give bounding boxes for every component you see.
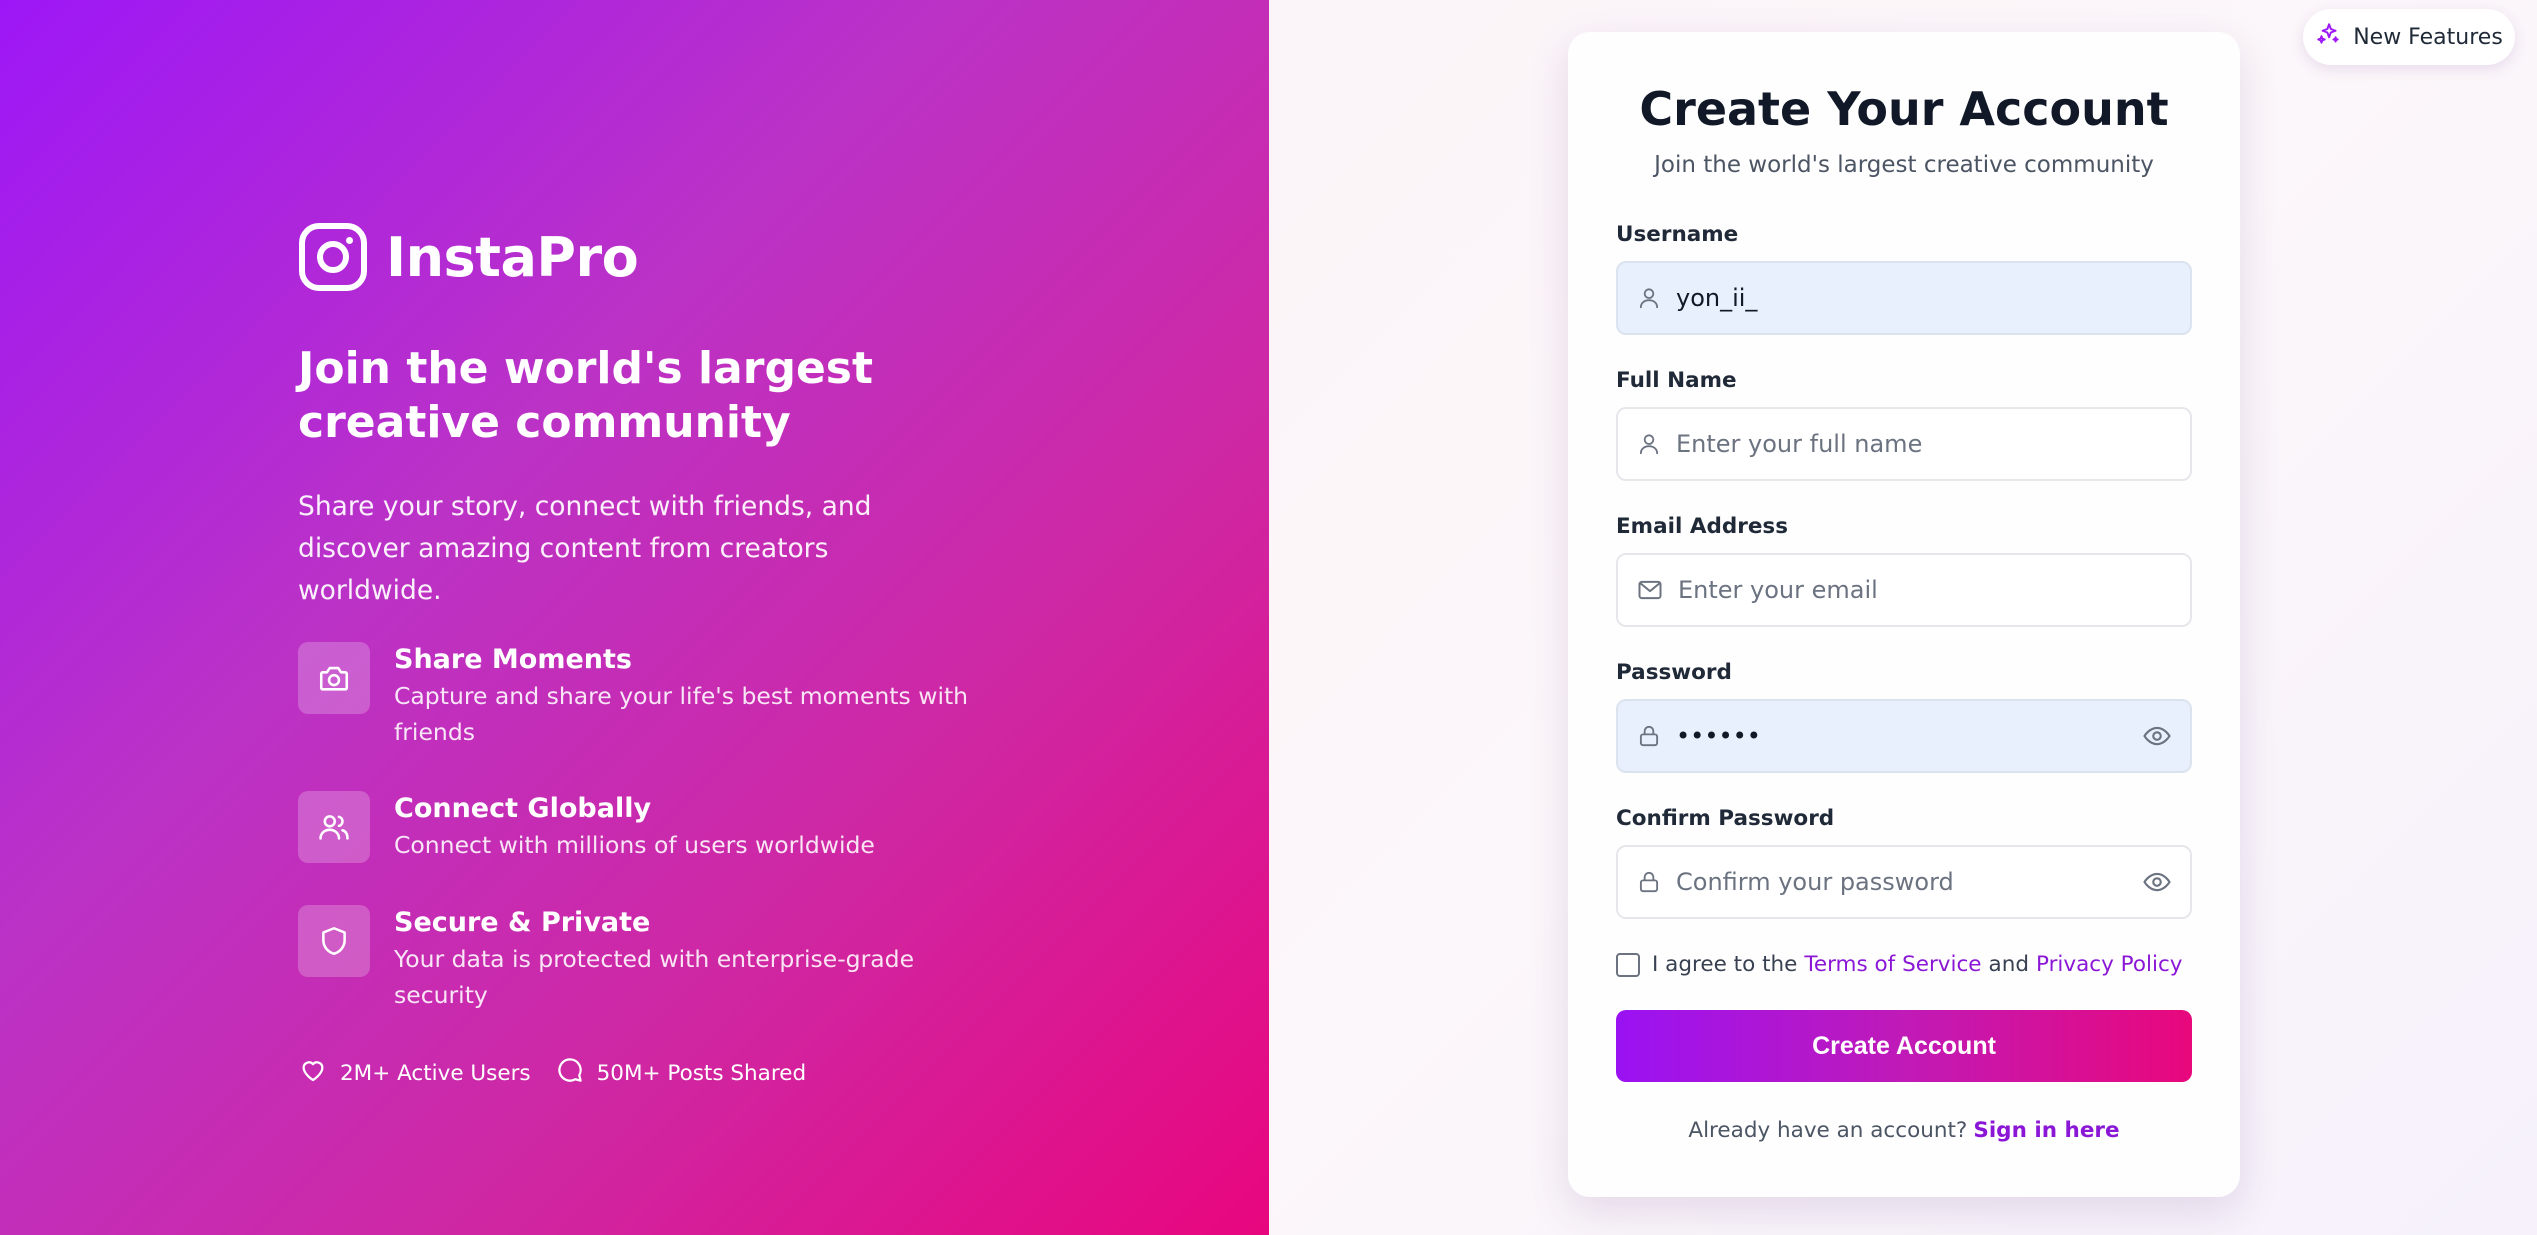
feature-secure-private: Secure & Private Your data is protected … <box>298 905 974 1013</box>
lock-icon <box>1636 869 1662 895</box>
password-label: Password <box>1616 660 1732 685</box>
hero-title: Join the world's largest creative commun… <box>298 343 874 448</box>
feature-share-moments: Share Moments Capture and share your lif… <box>298 642 974 750</box>
stat-label: 2M+ Active Users <box>340 1060 531 1086</box>
heart-icon <box>298 1055 340 1091</box>
eye-icon[interactable] <box>2142 867 2172 897</box>
signin-link[interactable]: Sign in here <box>1973 1118 2119 1143</box>
signin-prompt: Already have an account? Sign in here <box>1568 1118 2240 1143</box>
stat-label: 50M+ Posts Shared <box>596 1060 807 1086</box>
mail-icon <box>1636 576 1664 604</box>
feature-connect-globally: Connect Globally Connect with millions o… <box>298 791 974 863</box>
confirm-password-input[interactable] <box>1676 847 2142 917</box>
users-icon <box>298 791 370 863</box>
feature-description: Capture and share your life's best momen… <box>394 682 969 746</box>
terms-link[interactable]: Terms of Service <box>1804 952 1981 977</box>
password-input[interactable] <box>1676 701 2142 771</box>
confirm-password-field <box>1616 845 2192 919</box>
email-field <box>1616 553 2192 627</box>
camera-icon <box>298 642 370 714</box>
shield-icon <box>298 905 370 977</box>
message-icon <box>555 1055 597 1091</box>
new-features-button[interactable]: New Features <box>2303 9 2515 65</box>
user-icon <box>1636 285 1662 311</box>
feature-title: Share Moments <box>394 644 632 675</box>
full-name-input[interactable] <box>1676 409 2190 479</box>
email-label: Email Address <box>1616 514 1789 539</box>
signup-card: Create Your Account Join the world's lar… <box>1568 32 2240 1197</box>
username-label: Username <box>1616 222 1739 247</box>
privacy-link[interactable]: Privacy Policy <box>2036 952 2183 977</box>
feature-description: Your data is protected with enterprise-g… <box>394 945 915 1009</box>
full-name-field <box>1616 407 2192 481</box>
instagram-logo-icon <box>298 222 368 292</box>
brand-name: InstaPro <box>386 225 639 289</box>
lock-icon <box>1636 723 1662 749</box>
new-features-label: New Features <box>2353 24 2503 50</box>
feature-title: Connect Globally <box>394 793 652 824</box>
password-field <box>1616 699 2192 773</box>
terms-checkbox[interactable] <box>1616 952 1640 977</box>
sparkles-icon <box>2315 21 2353 53</box>
agree-and: and <box>1988 952 2029 977</box>
feature-title: Secure & Private <box>394 907 651 938</box>
brand: InstaPro <box>298 222 639 292</box>
user-icon <box>1636 431 1662 457</box>
email-input[interactable] <box>1678 555 2190 625</box>
username-input[interactable] <box>1676 263 2190 333</box>
hero-panel: InstaPro Join the world's largest creati… <box>0 0 1269 1235</box>
form-title: Create Your Account <box>1639 82 2169 136</box>
agree-prefix: I agree to the <box>1652 952 1798 977</box>
hero-description: Share your story, connect with friends, … <box>298 491 872 606</box>
stat-active-users: 2M+ Active Users <box>298 1055 531 1091</box>
stats-row: 2M+ Active Users 50M+ Posts Shared <box>298 1055 830 1091</box>
feature-description: Connect with millions of users worldwide <box>394 831 875 859</box>
stat-posts-shared: 50M+ Posts Shared <box>555 1055 806 1091</box>
create-account-button[interactable]: Create Account <box>1616 1010 2192 1082</box>
eye-icon[interactable] <box>2142 721 2172 751</box>
full-name-label: Full Name <box>1616 368 1737 393</box>
form-subtitle: Join the world's largest creative commun… <box>1654 152 2154 178</box>
terms-agreement: I agree to the Terms of Service and Priv… <box>1616 952 2190 977</box>
username-field <box>1616 261 2192 335</box>
confirm-password-label: Confirm Password <box>1616 806 1835 831</box>
signin-prompt-text: Already have an account? <box>1688 1118 1968 1143</box>
